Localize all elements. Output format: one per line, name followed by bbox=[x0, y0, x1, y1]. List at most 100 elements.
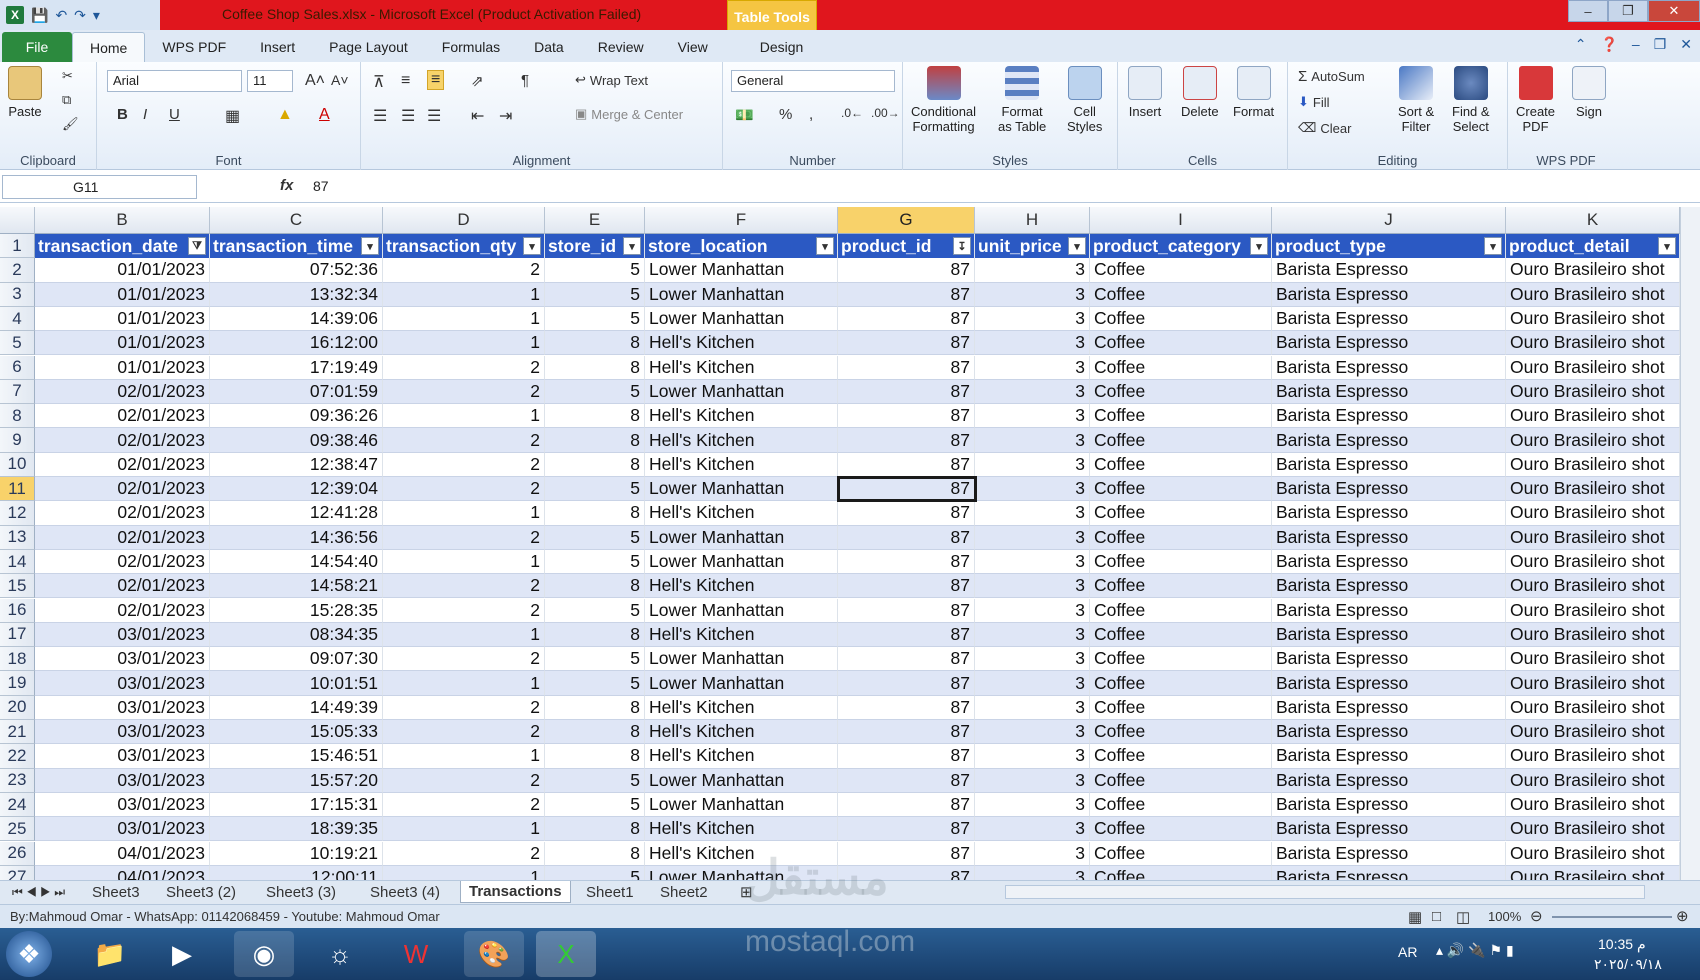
tab-view[interactable]: View bbox=[661, 32, 725, 62]
sheet-nav-arrows-icon[interactable]: ⏮ ◀ ▶ ⏭ bbox=[4, 881, 73, 903]
cell-e7[interactable]: 5 bbox=[545, 379, 645, 405]
row-header-12[interactable]: 12 bbox=[0, 501, 35, 526]
cell-g24[interactable]: 87 bbox=[838, 792, 975, 818]
cell-i13[interactable]: Coffee bbox=[1090, 525, 1272, 550]
cell-d18[interactable]: 2 bbox=[383, 647, 545, 672]
cell-h22[interactable]: 3 bbox=[975, 744, 1090, 769]
cell-k10[interactable]: Ouro Brasileiro shot bbox=[1506, 452, 1680, 477]
cell-c2[interactable]: 07:52:36 bbox=[210, 258, 383, 283]
cell-i17[interactable]: Coffee bbox=[1090, 622, 1272, 648]
normal-view-icon[interactable]: ▦ bbox=[1408, 908, 1422, 926]
font-color-icon[interactable]: A bbox=[319, 106, 330, 124]
row-header-20[interactable]: 20 bbox=[0, 695, 35, 720]
cell-i6[interactable]: Coffee bbox=[1090, 355, 1272, 380]
cell-k2[interactable]: Ouro Brasileiro shot bbox=[1506, 258, 1680, 283]
cell-e5[interactable]: 8 bbox=[545, 331, 645, 356]
font-size-combo[interactable]: 11 bbox=[247, 70, 293, 92]
row-header-9[interactable]: 9 bbox=[0, 428, 35, 453]
cell-e26[interactable]: 8 bbox=[545, 841, 645, 866]
cell-c10[interactable]: 12:38:47 bbox=[210, 452, 383, 477]
row-header-1[interactable]: 1 bbox=[0, 234, 35, 259]
cell-j17[interactable]: Barista Espresso bbox=[1272, 622, 1506, 648]
cell-j9[interactable]: Barista Espresso bbox=[1272, 428, 1506, 453]
cell-e4[interactable]: 5 bbox=[545, 306, 645, 332]
cell-d3[interactable]: 1 bbox=[383, 282, 545, 307]
cell-f7[interactable]: Lower Manhattan bbox=[645, 379, 838, 405]
cell-j8[interactable]: Barista Espresso bbox=[1272, 404, 1506, 429]
cell-j16[interactable]: Barista Espresso bbox=[1272, 598, 1506, 623]
number-format-combo[interactable]: General bbox=[731, 70, 895, 92]
cell-j3[interactable]: Barista Espresso bbox=[1272, 282, 1506, 307]
cell-i9[interactable]: Coffee bbox=[1090, 428, 1272, 453]
table-header-transaction-qty[interactable]: transaction_qty ▾ bbox=[383, 234, 545, 259]
cell-j15[interactable]: Barista Espresso bbox=[1272, 574, 1506, 599]
decrease-indent-icon[interactable]: ⇤ bbox=[471, 106, 484, 126]
align-center-icon[interactable]: ☰ bbox=[401, 106, 415, 126]
cell-g5[interactable]: 87 bbox=[838, 331, 975, 356]
cell-d8[interactable]: 1 bbox=[383, 404, 545, 429]
cell-g11[interactable]: 87 bbox=[838, 477, 975, 502]
sheet-tab-sheet3-3-[interactable]: Sheet3 (3) bbox=[258, 881, 344, 903]
row-header-5[interactable]: 5 bbox=[0, 331, 35, 356]
row-header-4[interactable]: 4 bbox=[0, 306, 35, 332]
help-icon[interactable]: ❓ bbox=[1600, 36, 1617, 53]
clear-button[interactable]: ⌫ Clear bbox=[1298, 120, 1351, 136]
cell-h18[interactable]: 3 bbox=[975, 647, 1090, 672]
cell-h11[interactable]: 3 bbox=[975, 477, 1090, 502]
cell-i10[interactable]: Coffee bbox=[1090, 452, 1272, 477]
horizontal-scrollbar[interactable] bbox=[1005, 885, 1645, 899]
close-workbook-icon[interactable]: ✕ bbox=[1680, 36, 1692, 53]
row-header-13[interactable]: 13 bbox=[0, 525, 35, 550]
cell-k12[interactable]: Ouro Brasileiro shot bbox=[1506, 501, 1680, 526]
cell-k25[interactable]: Ouro Brasileiro shot bbox=[1506, 817, 1680, 842]
cell-j27[interactable]: Barista Espresso bbox=[1272, 865, 1506, 880]
cell-f21[interactable]: Hell's Kitchen bbox=[645, 720, 838, 745]
cell-c20[interactable]: 14:49:39 bbox=[210, 695, 383, 720]
cell-h12[interactable]: 3 bbox=[975, 501, 1090, 526]
cell-d19[interactable]: 1 bbox=[383, 671, 545, 696]
undo-icon[interactable]: ↶ bbox=[55, 7, 67, 24]
cell-b6[interactable]: 01/01/2023 bbox=[35, 355, 210, 380]
cell-k24[interactable]: Ouro Brasileiro shot bbox=[1506, 792, 1680, 818]
tab-formulas[interactable]: Formulas bbox=[425, 32, 517, 62]
cell-c21[interactable]: 15:05:33 bbox=[210, 720, 383, 745]
cell-c19[interactable]: 10:01:51 bbox=[210, 671, 383, 696]
cell-c7[interactable]: 07:01:59 bbox=[210, 379, 383, 405]
cell-c12[interactable]: 12:41:28 bbox=[210, 501, 383, 526]
cell-j19[interactable]: Barista Espresso bbox=[1272, 671, 1506, 696]
cell-g4[interactable]: 87 bbox=[838, 306, 975, 332]
cell-i7[interactable]: Coffee bbox=[1090, 379, 1272, 405]
cell-g25[interactable]: 87 bbox=[838, 817, 975, 842]
cell-k6[interactable]: Ouro Brasileiro shot bbox=[1506, 355, 1680, 380]
align-bottom-icon[interactable]: ≡ bbox=[427, 70, 445, 90]
cell-d14[interactable]: 1 bbox=[383, 549, 545, 575]
cell-b27[interactable]: 04/01/2023 bbox=[35, 865, 210, 880]
row-header-15[interactable]: 15 bbox=[0, 574, 35, 599]
cell-f14[interactable]: Lower Manhattan bbox=[645, 549, 838, 575]
align-right-icon[interactable]: ☰ bbox=[427, 106, 441, 126]
cell-d9[interactable]: 2 bbox=[383, 428, 545, 453]
cell-j24[interactable]: Barista Espresso bbox=[1272, 792, 1506, 818]
cell-b12[interactable]: 02/01/2023 bbox=[35, 501, 210, 526]
cell-k13[interactable]: Ouro Brasileiro shot bbox=[1506, 525, 1680, 550]
table-header-product-type[interactable]: product_type ▾ bbox=[1272, 234, 1506, 259]
cell-f8[interactable]: Hell's Kitchen bbox=[645, 404, 838, 429]
sheet-tab-sheet3[interactable]: Sheet3 bbox=[84, 881, 148, 903]
filter-dropdown-icon[interactable]: ▾ bbox=[1250, 237, 1268, 256]
cell-c24[interactable]: 17:15:31 bbox=[210, 792, 383, 818]
cell-i25[interactable]: Coffee bbox=[1090, 817, 1272, 842]
cell-j20[interactable]: Barista Espresso bbox=[1272, 695, 1506, 720]
tray-icons[interactable]: ▴ 🔊 🔌 ⚑ ▮ bbox=[1436, 942, 1514, 959]
cell-g17[interactable]: 87 bbox=[838, 622, 975, 648]
increase-indent-icon[interactable]: ⇥ bbox=[499, 106, 512, 126]
clock-date[interactable]: ٢٠٢٥/٠٩/١٨ bbox=[1594, 956, 1662, 973]
cell-b2[interactable]: 01/01/2023 bbox=[35, 258, 210, 283]
sign-button[interactable]: Sign bbox=[1572, 66, 1606, 119]
chrome-icon[interactable]: ◉ bbox=[234, 931, 294, 977]
cell-d4[interactable]: 1 bbox=[383, 306, 545, 332]
worksheet-grid[interactable]: B C D E F G H I J K 1 transaction_date ⧩ transaction_… bbox=[0, 207, 1700, 880]
cell-f10[interactable]: Hell's Kitchen bbox=[645, 452, 838, 477]
row-header-23[interactable]: 23 bbox=[0, 768, 35, 793]
cell-f17[interactable]: Hell's Kitchen bbox=[645, 622, 838, 648]
cell-f3[interactable]: Lower Manhattan bbox=[645, 282, 838, 307]
